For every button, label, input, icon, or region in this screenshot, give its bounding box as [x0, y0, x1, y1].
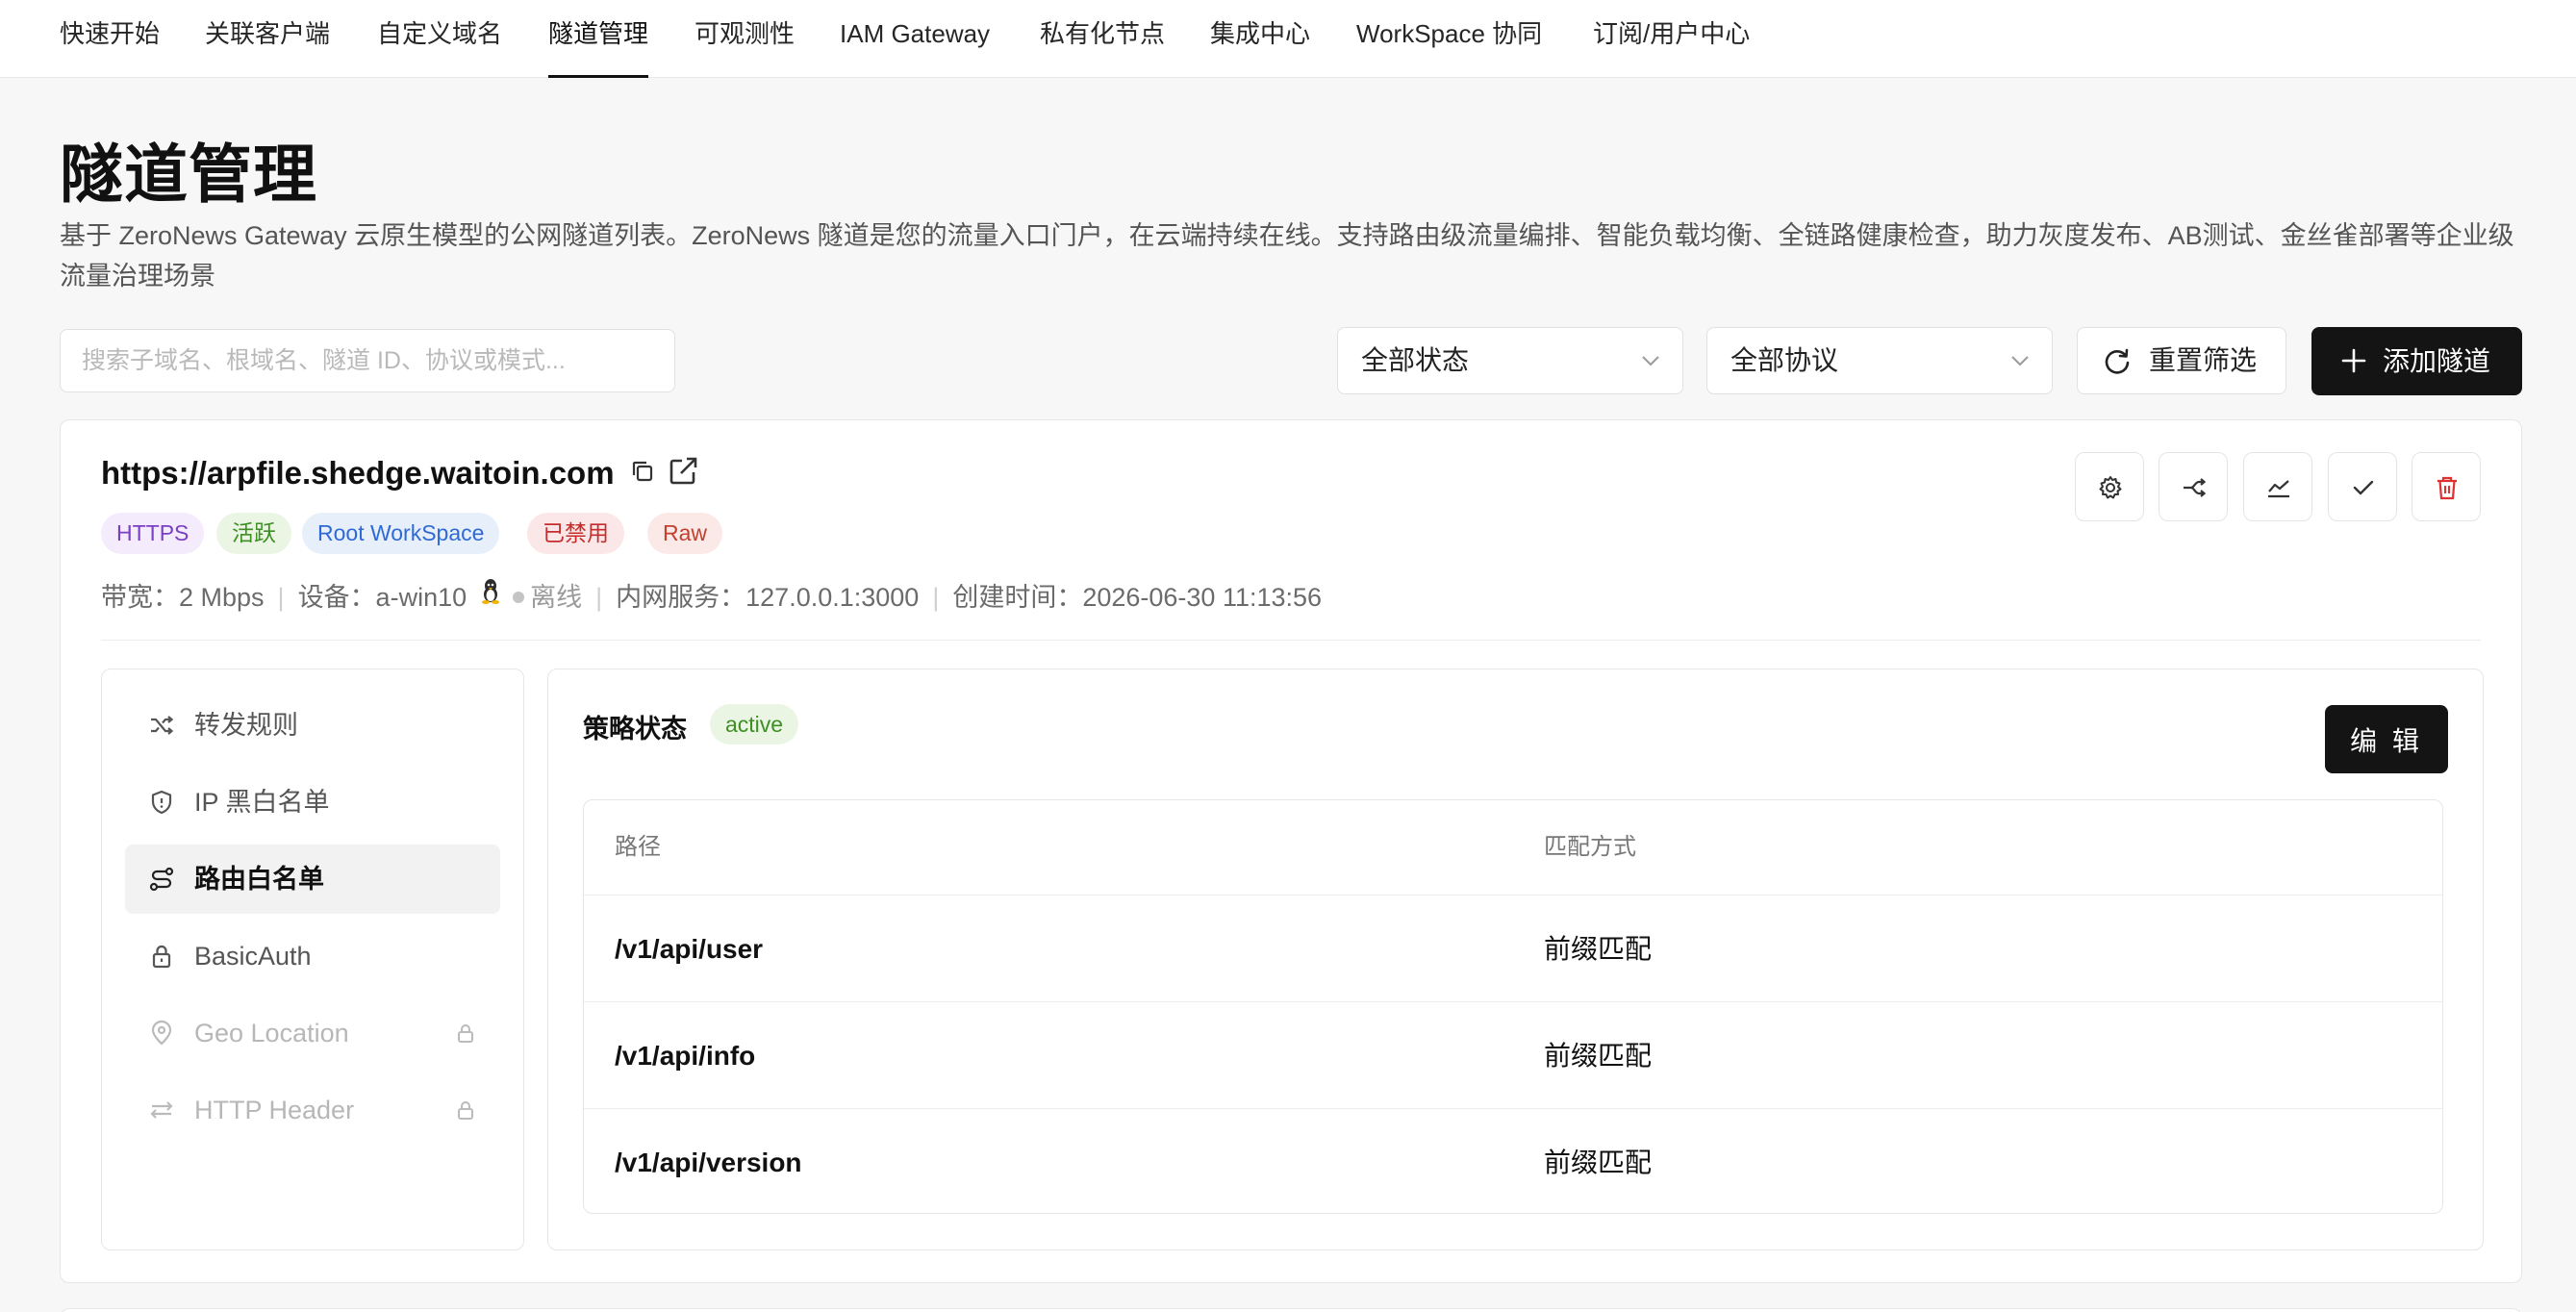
- top-nav: 快速开始 关联客户端 自定义域名 隧道管理 可观测性 IAM Gateway 私…: [0, 0, 2576, 78]
- device-status-text: 离线: [530, 582, 583, 612]
- mode-badge: Raw: [647, 513, 723, 554]
- protocol-select[interactable]: 全部协议: [1706, 327, 2053, 394]
- tab-quick-start[interactable]: 快速开始: [60, 0, 160, 78]
- policy-panel: 策略状态 active 编 辑 路径 匹配方式 /v1/api/user 前缀匹…: [547, 669, 2484, 1250]
- lock-icon: [458, 1024, 473, 1043]
- side-item-label: HTTP Header: [194, 1096, 355, 1124]
- tunnel-url[interactable]: https://arpfile.shedge.waitoin.com: [101, 455, 615, 492]
- page-title: 隧道管理: [60, 139, 317, 210]
- add-tunnel-button[interactable]: 添加隧道: [2311, 327, 2522, 395]
- side-item-http-header[interactable]: HTTP Header: [125, 1075, 500, 1145]
- next-tunnel-card: [60, 1308, 2522, 1312]
- offline-status-dot: [513, 591, 525, 603]
- table-row: /v1/api/info 前缀匹配: [584, 1001, 2442, 1108]
- meta-separator: |: [595, 582, 603, 612]
- side-item-label: 路由白名单: [194, 865, 324, 894]
- match-type: 前缀匹配: [1544, 1148, 1653, 1177]
- side-item-label: Geo Location: [194, 1019, 349, 1047]
- chevron-down-icon: [1642, 356, 1659, 366]
- lock-icon: [458, 1101, 473, 1120]
- protocol-badge: HTTPS: [101, 513, 205, 554]
- status-select-value: 全部状态: [1361, 345, 1470, 375]
- copy-icon[interactable]: [630, 459, 655, 484]
- side-item-ip-list[interactable]: IP 黑白名单: [125, 768, 500, 837]
- side-item-label: IP 黑白名单: [194, 788, 330, 817]
- tunnel-card: https://arpfile.shedge.waitoin.com HTTPS…: [60, 419, 2522, 1283]
- shuffle-icon: [151, 716, 174, 735]
- created-time-text: 创建时间：2026-06-30 11:13:56: [952, 582, 1323, 612]
- search-input[interactable]: [60, 329, 675, 392]
- enable-button[interactable]: [2328, 452, 2397, 521]
- route-path: /v1/api/user: [615, 934, 764, 964]
- location-pin-icon: [151, 1020, 172, 1046]
- reset-filters-label: 重置筛选: [2149, 345, 2258, 375]
- plus-icon: [2341, 348, 2366, 373]
- side-item-forwarding-rules[interactable]: 转发规则: [125, 691, 500, 760]
- split-arrow-icon: [2184, 478, 2207, 497]
- add-tunnel-label: 添加隧道: [2383, 346, 2491, 376]
- metrics-button[interactable]: [2243, 452, 2312, 521]
- tab-iam-gateway[interactable]: IAM Gateway: [840, 0, 990, 78]
- policy-side-menu: 转发规则 IP 黑白名单 路由白名单 BasicAuth Geo Locatio…: [101, 669, 524, 1250]
- match-type: 前缀匹配: [1544, 1041, 1653, 1071]
- tab-private-nodes[interactable]: 私有化节点: [1040, 0, 1165, 78]
- reset-filters-button[interactable]: 重置筛选: [2077, 327, 2286, 394]
- trash-icon: [2437, 476, 2457, 500]
- route-table: 路径 匹配方式 /v1/api/user 前缀匹配 /v1/api/info 前…: [583, 799, 2443, 1214]
- tab-workspace[interactable]: WorkSpace 协同: [1356, 0, 1542, 78]
- tab-custom-domain[interactable]: 自定义域名: [377, 0, 502, 78]
- settings-button[interactable]: [2075, 452, 2144, 521]
- device-text: 设备：a-win10: [297, 582, 467, 612]
- tab-clients[interactable]: 关联客户端: [205, 0, 330, 78]
- edit-button[interactable]: 编 辑: [2325, 705, 2448, 773]
- refresh-icon: [2105, 348, 2130, 374]
- gear-icon: [2099, 476, 2122, 499]
- routing-button[interactable]: [2159, 452, 2228, 521]
- external-link-icon[interactable]: [667, 455, 699, 488]
- route-path: /v1/api/version: [615, 1148, 802, 1177]
- card-divider: [101, 640, 2481, 641]
- disabled-badge: 已禁用: [527, 513, 624, 554]
- table-row: /v1/api/version 前缀匹配: [584, 1108, 2442, 1213]
- linux-icon: [482, 579, 500, 604]
- meta-separator: |: [932, 582, 940, 612]
- side-item-geo-location[interactable]: Geo Location: [125, 998, 500, 1068]
- match-type: 前缀匹配: [1544, 934, 1653, 964]
- shield-icon: [151, 790, 172, 815]
- bandwidth-text: 带宽：2 Mbps: [101, 582, 265, 612]
- page-description: 基于 ZeroNews Gateway 云原生模型的公网隧道列表。ZeroNew…: [60, 221, 2514, 290]
- service-text: 内网服务：127.0.0.1:3000: [616, 582, 920, 612]
- workspace-badge: Root WorkSpace: [302, 513, 500, 554]
- side-item-route-whitelist[interactable]: 路由白名单: [125, 845, 500, 914]
- tab-observability[interactable]: 可观测性: [695, 0, 795, 78]
- state-badge: 活跃: [216, 513, 291, 554]
- side-item-label: 转发规则: [194, 711, 298, 740]
- swap-arrows-icon: [150, 1101, 173, 1119]
- tunnel-meta: 带宽：2 Mbps | 设备：a-win10 离线 | 内网服务：127.0.0.1:3…: [101, 576, 1322, 615]
- policy-status-title: 策略状态: [583, 715, 687, 744]
- side-item-basic-auth[interactable]: BasicAuth: [125, 921, 500, 991]
- lock-icon: [152, 945, 171, 969]
- route-icon: [149, 867, 174, 892]
- column-header-path: 路径: [615, 834, 661, 860]
- tunnel-actions: [2075, 452, 2481, 521]
- line-chart-icon: [2268, 480, 2289, 498]
- protocol-select-value: 全部协议: [1730, 345, 1839, 375]
- route-path: /v1/api/info: [615, 1041, 756, 1071]
- table-row: /v1/api/user 前缀匹配: [584, 895, 2442, 1001]
- delete-button[interactable]: [2412, 452, 2481, 521]
- status-badge: active: [710, 704, 799, 744]
- tab-subscription[interactable]: 订阅/用户中心: [1593, 0, 1750, 78]
- chevron-down-icon: [2011, 356, 2029, 366]
- tab-integrations[interactable]: 集成中心: [1210, 0, 1310, 78]
- column-header-match: 匹配方式: [1544, 834, 1636, 860]
- status-select[interactable]: 全部状态: [1337, 327, 1683, 394]
- check-icon: [2353, 480, 2374, 495]
- tab-tunnels[interactable]: 隧道管理: [548, 0, 649, 78]
- meta-separator: |: [277, 582, 285, 612]
- side-item-label: BasicAuth: [194, 942, 312, 971]
